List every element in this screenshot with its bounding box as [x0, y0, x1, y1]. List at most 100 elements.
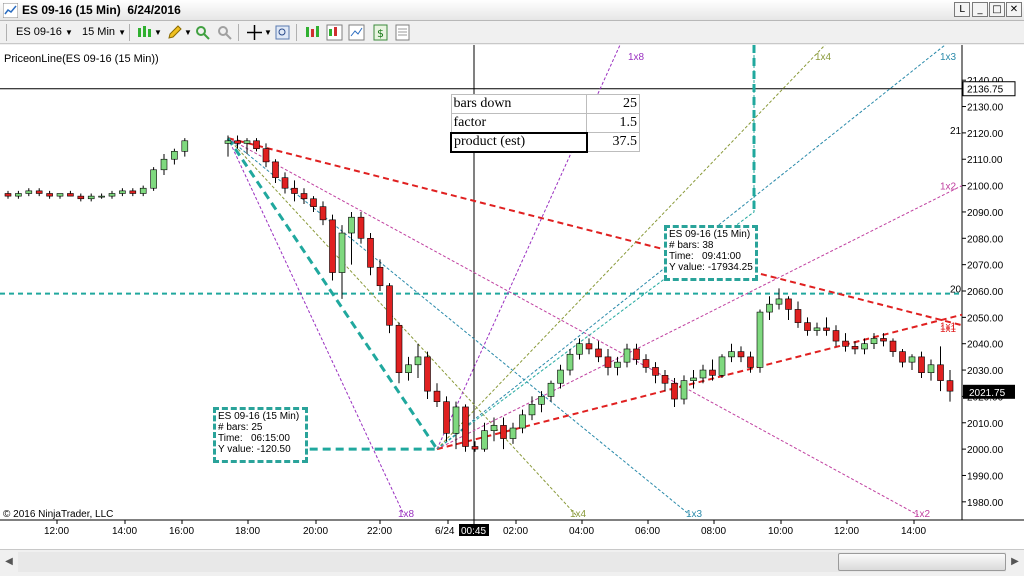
candle-body — [281, 177, 289, 189]
candle-body — [642, 359, 650, 368]
time-tick-label: 16:00 — [169, 526, 194, 537]
data-table: bars down 25 factor 1.5 product (est) 37… — [450, 94, 640, 153]
time-tick-label: 20:00 — [303, 526, 328, 537]
instrument-selector[interactable]: ES 09-16 ▼ — [16, 23, 73, 42]
candle-body — [633, 348, 640, 360]
time-tick-label: 04:00 — [569, 526, 594, 537]
candle-body — [747, 356, 754, 368]
price-tick-label: 2080.00 — [967, 234, 1004, 245]
gann-label: 1x3 — [686, 509, 703, 520]
chevron-down-icon[interactable]: ▼ — [184, 23, 192, 42]
candle-body — [709, 369, 716, 376]
chevron-down-icon[interactable]: ▼ — [154, 23, 162, 42]
price-tick-label: 1980.00 — [967, 498, 1004, 509]
info-bars-label: # bars: — [669, 240, 700, 251]
last-price-label: 2021.75 — [969, 388, 1006, 399]
candle-body — [272, 161, 279, 178]
indicators-icon[interactable] — [304, 24, 321, 41]
draw-info-box-left[interactable]: ES 09-16 (15 Min) # bars: 25 Time: 06:15… — [213, 407, 308, 463]
price-tick-label: 2000.00 — [967, 445, 1004, 456]
candle-body — [832, 330, 840, 342]
data-box-icon[interactable] — [274, 24, 291, 41]
price-tick-label: 2130.00 — [967, 103, 1004, 114]
candle-body — [680, 380, 688, 400]
zoom-in-icon[interactable] — [194, 24, 211, 41]
maximize-button[interactable]: □ — [989, 2, 1005, 17]
strategies-icon[interactable] — [326, 24, 343, 41]
chart-properties-icon[interactable] — [348, 24, 365, 41]
horizontal-scrollbar[interactable]: ◀ ▶ — [0, 549, 1024, 576]
candle-body — [576, 343, 583, 355]
scroll-right-icon[interactable]: ▶ — [1006, 552, 1024, 572]
candle-body — [462, 406, 469, 447]
info-y-label: Y value: — [218, 444, 254, 455]
draw-info-box-right[interactable]: ES 09-16 (15 Min) # bars: 38 Time: 09:41… — [664, 225, 758, 281]
price-tick-label: 2110.00 — [967, 155, 1003, 166]
candle-body — [119, 190, 126, 194]
info-instrument: ES 09-16 (15 Min) — [218, 411, 300, 422]
minimize-button[interactable]: _ — [972, 2, 988, 17]
price-tick-label: 1990.00 — [967, 471, 1004, 482]
indicator-label: PriceonLine(ES 09-16 (15 Min)) — [4, 53, 159, 65]
candle-body — [927, 364, 935, 373]
time-tick-label: 12:00 — [834, 526, 859, 537]
candle-body — [405, 364, 412, 373]
candle-body — [661, 375, 669, 384]
candle-body — [367, 237, 374, 268]
chart-window: ES 09-16 (15 Min) 6/24/2016 L _ □ ✕ ES 0… — [0, 0, 1024, 576]
candle-body — [671, 382, 678, 400]
scroll-left-icon[interactable]: ◀ — [0, 552, 18, 572]
candle-body — [775, 298, 783, 305]
scroll-thumb[interactable] — [838, 553, 1006, 571]
candle-body — [357, 216, 365, 239]
candle-body — [471, 446, 479, 450]
chevron-down-icon[interactable]: ▼ — [264, 23, 272, 42]
price-tick-label: 2090.00 — [967, 208, 1004, 219]
gann-label: 1x2 — [914, 509, 931, 520]
crosshair-icon[interactable] — [246, 24, 263, 41]
crosshair-time-label: 00:45 — [461, 526, 486, 537]
candle-body — [181, 140, 189, 152]
candle-body — [585, 343, 593, 350]
gann-label: 1x3 — [940, 52, 957, 63]
info-bars-value: 25 — [251, 422, 263, 433]
instrument-label: ES 09-16 — [16, 26, 62, 38]
table-row[interactable]: product (est) 37.5 — [450, 131, 640, 153]
table-cell-label[interactable]: product (est) — [450, 131, 588, 153]
toolbar-separator — [129, 24, 130, 41]
candle-body — [87, 195, 95, 200]
price-chart[interactable]: 2140.002130.002120.002110.002100.002090.… — [0, 45, 1024, 550]
price-tick-label: 2120.00 — [967, 129, 1004, 140]
table-cell-label: bars down — [450, 94, 588, 114]
candle-body — [861, 343, 868, 350]
svg-text:$: $ — [377, 27, 384, 40]
table-cell-value: 37.5 — [586, 132, 640, 152]
price-tick-label: 2070.00 — [967, 261, 1004, 272]
candle-body — [566, 353, 574, 371]
zoom-out-icon[interactable] — [216, 24, 233, 41]
notes-icon[interactable] — [394, 24, 411, 41]
candle-body — [443, 401, 450, 434]
candle-body — [253, 140, 260, 149]
price-tick-label: 2030.00 — [967, 366, 1004, 377]
gann-label: 20 — [950, 284, 962, 295]
candle-body — [108, 193, 116, 197]
candle-body — [395, 324, 403, 373]
candle-body — [291, 187, 298, 194]
time-tick-label: 10:00 — [768, 526, 793, 537]
candle-body — [262, 148, 270, 163]
candle-body — [171, 151, 178, 160]
trade-icon[interactable]: $ — [372, 24, 389, 41]
title-bar[interactable]: ES 09-16 (15 Min) 6/24/2016 L _ □ ✕ — [0, 0, 1024, 21]
close-button[interactable]: ✕ — [1006, 2, 1022, 17]
bar-style-icon[interactable] — [136, 24, 153, 41]
interval-selector[interactable]: 15 Min ▼ — [82, 23, 126, 42]
candle-body — [67, 193, 74, 197]
candle-body — [319, 206, 327, 221]
candle-body — [300, 193, 308, 200]
copyright-notice: © 2016 NinjaTrader, LLC — [3, 509, 114, 520]
link-button[interactable]: L — [954, 2, 970, 17]
candle-body — [348, 216, 355, 234]
pencil-icon[interactable] — [166, 24, 183, 41]
toolbar-separator — [238, 24, 239, 41]
